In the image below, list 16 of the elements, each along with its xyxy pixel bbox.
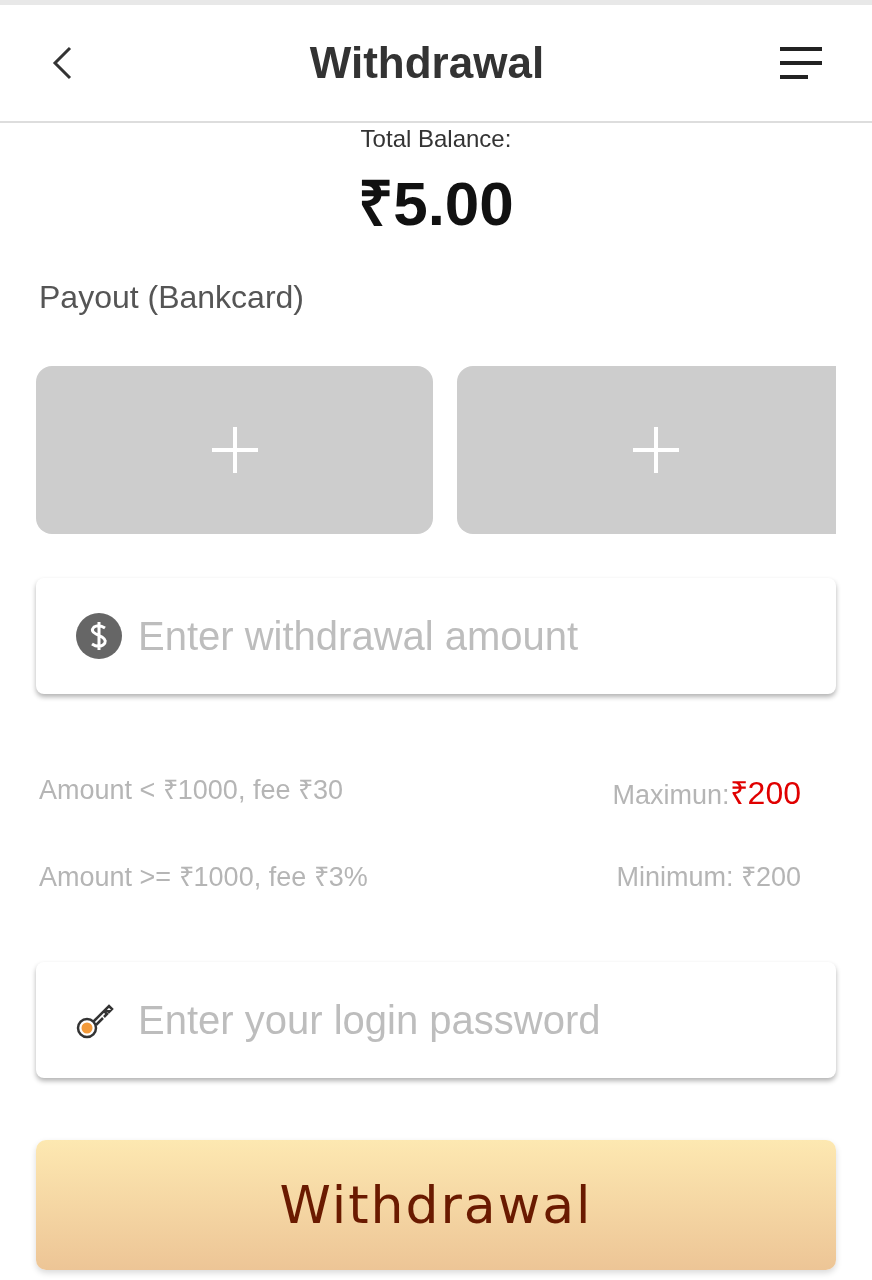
plus-icon: [209, 425, 260, 475]
payout-label: Payout (Bankcard): [39, 279, 305, 316]
balance-amount: ₹5.00: [358, 168, 514, 240]
back-icon[interactable]: [50, 45, 74, 81]
limit-label: Minimum: ₹200: [616, 862, 801, 892]
withdrawal-button[interactable]: Withdrawal: [36, 1140, 836, 1270]
balance-label: Total Balance:: [360, 125, 512, 153]
limit-value: ₹200: [729, 775, 801, 811]
amount-field[interactable]: Enter withdrawal amount: [36, 578, 836, 694]
menu-icon[interactable]: [780, 45, 822, 81]
fee-rule-text: Amount < ₹1000, fee ₹30: [39, 774, 343, 807]
fee-rule-text: Amount >= ₹1000, fee ₹3%: [39, 861, 368, 894]
limit-label: Maximun:: [612, 780, 730, 810]
page-title: Withdrawal: [309, 38, 545, 88]
password-field[interactable]: Enter your login password: [36, 962, 836, 1078]
plus-icon: [630, 425, 681, 475]
